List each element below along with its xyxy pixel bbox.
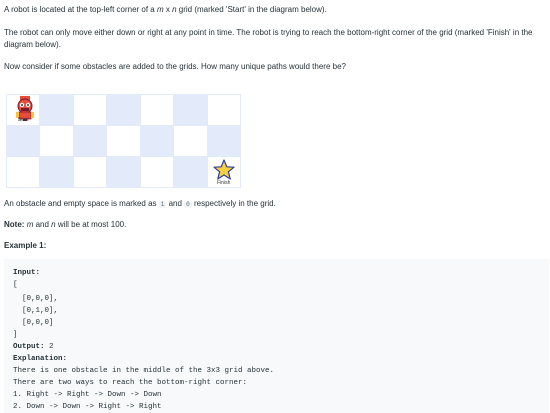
code-line: Output: 2 [13, 341, 54, 353]
obstacle-text: An obstacle and empty space is marked as [4, 199, 159, 208]
code-text: [ [13, 281, 18, 289]
grid-cell [206, 94, 240, 125]
grid-cell [206, 125, 240, 156]
code-line: There is one obstacle in the middle of t… [13, 365, 274, 377]
code-line: There are two ways to reach the bottom-r… [13, 377, 247, 389]
intro-text-end: grid (marked 'Start' in the diagram belo… [176, 5, 327, 14]
grid-cell-start: Start [6, 94, 40, 125]
note-and: and [33, 220, 52, 229]
code-value: 2 [44, 343, 54, 351]
intro-text-x: x [163, 5, 173, 14]
obstacle-note: An obstacle and empty space is marked as… [4, 198, 276, 211]
code-line: Explanation: [13, 353, 67, 365]
code-line: [ [13, 279, 18, 291]
var-m: m [156, 5, 164, 14]
robot-grid-diagram: Start Finish [6, 94, 241, 188]
grid-cell [39, 156, 73, 187]
code-keyword: Input: [13, 269, 41, 277]
grid-cell [173, 125, 207, 156]
note-text-end: will be at most 100. [55, 220, 127, 229]
grid-cell [139, 94, 174, 125]
code-text: ] [13, 331, 18, 339]
start-label: Start [17, 117, 29, 123]
code-keyword: Output: [13, 343, 45, 351]
obstacle-text-end: respectively in the grid. [191, 199, 276, 208]
grid-cell [139, 125, 174, 156]
code-text: 1. Right -> Right -> Down -> Down [13, 391, 162, 399]
code-text: [0,0,0], [13, 295, 59, 303]
grid-cell [39, 94, 73, 125]
code-line: [0,1,0], [13, 305, 58, 317]
grid-cell [173, 156, 207, 187]
code-text: There are two ways to reach the bottom-r… [13, 379, 248, 387]
grid-cell [72, 125, 107, 156]
grid-cell [106, 125, 140, 156]
intro-paragraph-2: The robot can only move either down or r… [4, 28, 533, 49]
grid-cell [39, 125, 73, 156]
limit-note: Note: m and n will be at most 100. [4, 219, 126, 231]
grid-cell [6, 125, 40, 156]
note-label: Note: [4, 220, 25, 229]
grid-cell [173, 94, 207, 125]
code-text: 2. Down -> Down -> Right -> Right [13, 403, 162, 411]
grid-cell [106, 156, 140, 187]
intro-paragraph-1: A robot is located at the top-left corne… [4, 4, 544, 16]
code-text: [0,0,0] [13, 319, 54, 327]
grid-cell [72, 156, 107, 187]
code-keyword: Explanation: [13, 355, 68, 363]
code-line: 1. Right -> Right -> Down -> Down [13, 389, 162, 401]
code-line: ] [13, 329, 18, 341]
grid-cell-finish: Finish [206, 156, 240, 187]
code-zero: 0 [184, 201, 192, 208]
finish-label: Finish [217, 180, 231, 186]
grid-cell [72, 94, 107, 125]
grid-cell [6, 156, 40, 187]
star-icon [212, 159, 235, 180]
code-line: 2. Down -> Down -> Right -> Right [13, 401, 162, 413]
code-line: [0,0,0] [13, 317, 54, 329]
intro-text: A robot is located at the top-left corne… [4, 5, 157, 14]
obstacle-and: and [166, 199, 185, 208]
code-text: There is one obstacle in the middle of t… [13, 367, 275, 375]
intro-paragraph-3: Now consider if some obstacles are added… [4, 62, 346, 71]
grid-cell [106, 94, 140, 125]
code-line: Input: [13, 267, 40, 279]
code-line: [0,0,0], [13, 293, 58, 305]
example-title: Example 1: [4, 241, 47, 250]
grid-cell [139, 156, 174, 187]
example-code-block: Input: [ [0,0,0], [0,1,0], [0,0,0]] Output… [4, 259, 549, 413]
code-text: [0,1,0], [13, 307, 59, 315]
